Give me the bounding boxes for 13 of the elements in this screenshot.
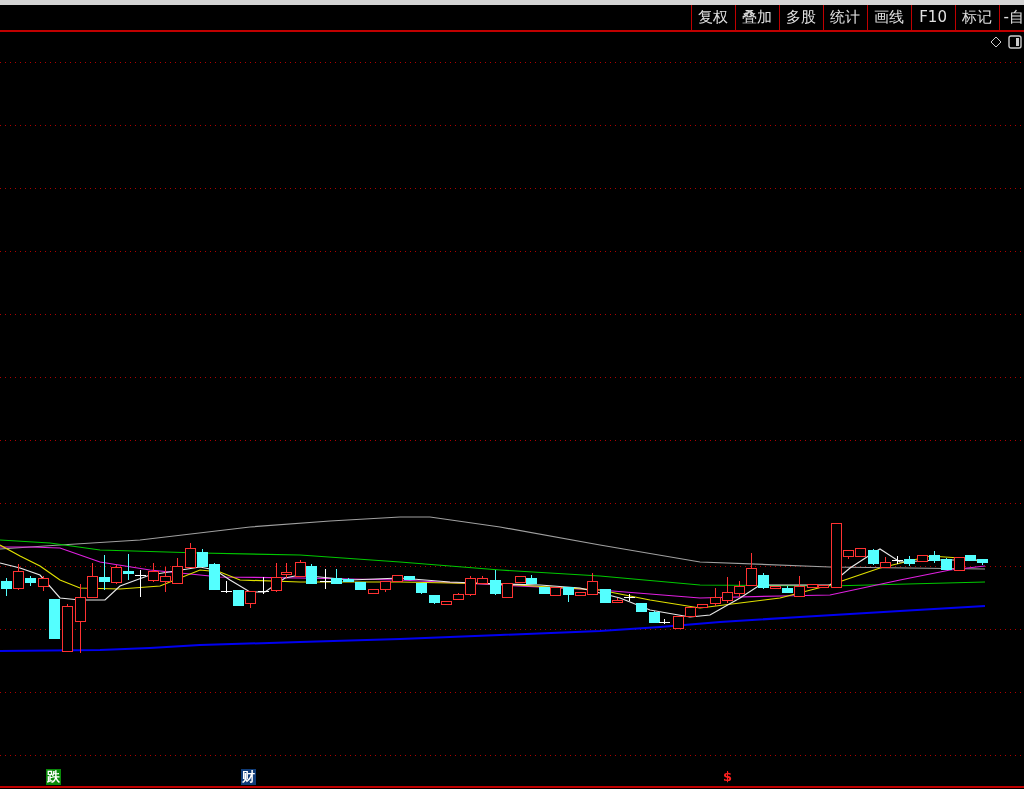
event-marker[interactable]: 财	[241, 769, 256, 785]
toolbar-button[interactable]: 统计	[822, 5, 867, 30]
event-marker[interactable]: 跌	[46, 769, 61, 785]
event-marker[interactable]: $	[722, 769, 734, 785]
toolbar-button[interactable]: 叠加	[734, 5, 779, 30]
toolbar-button[interactable]: -自	[998, 5, 1024, 30]
toolbar-button[interactable]: 多股	[778, 5, 823, 30]
toolbar-button[interactable]: 画线	[866, 5, 911, 30]
diamond-icon[interactable]	[990, 36, 1002, 48]
toolbar-button[interactable]: 复权	[690, 5, 735, 30]
toolbar-button[interactable]: 标记	[954, 5, 999, 30]
panel-toggle-icon[interactable]	[1008, 35, 1022, 49]
toolbar-button[interactable]: F10	[910, 5, 955, 30]
